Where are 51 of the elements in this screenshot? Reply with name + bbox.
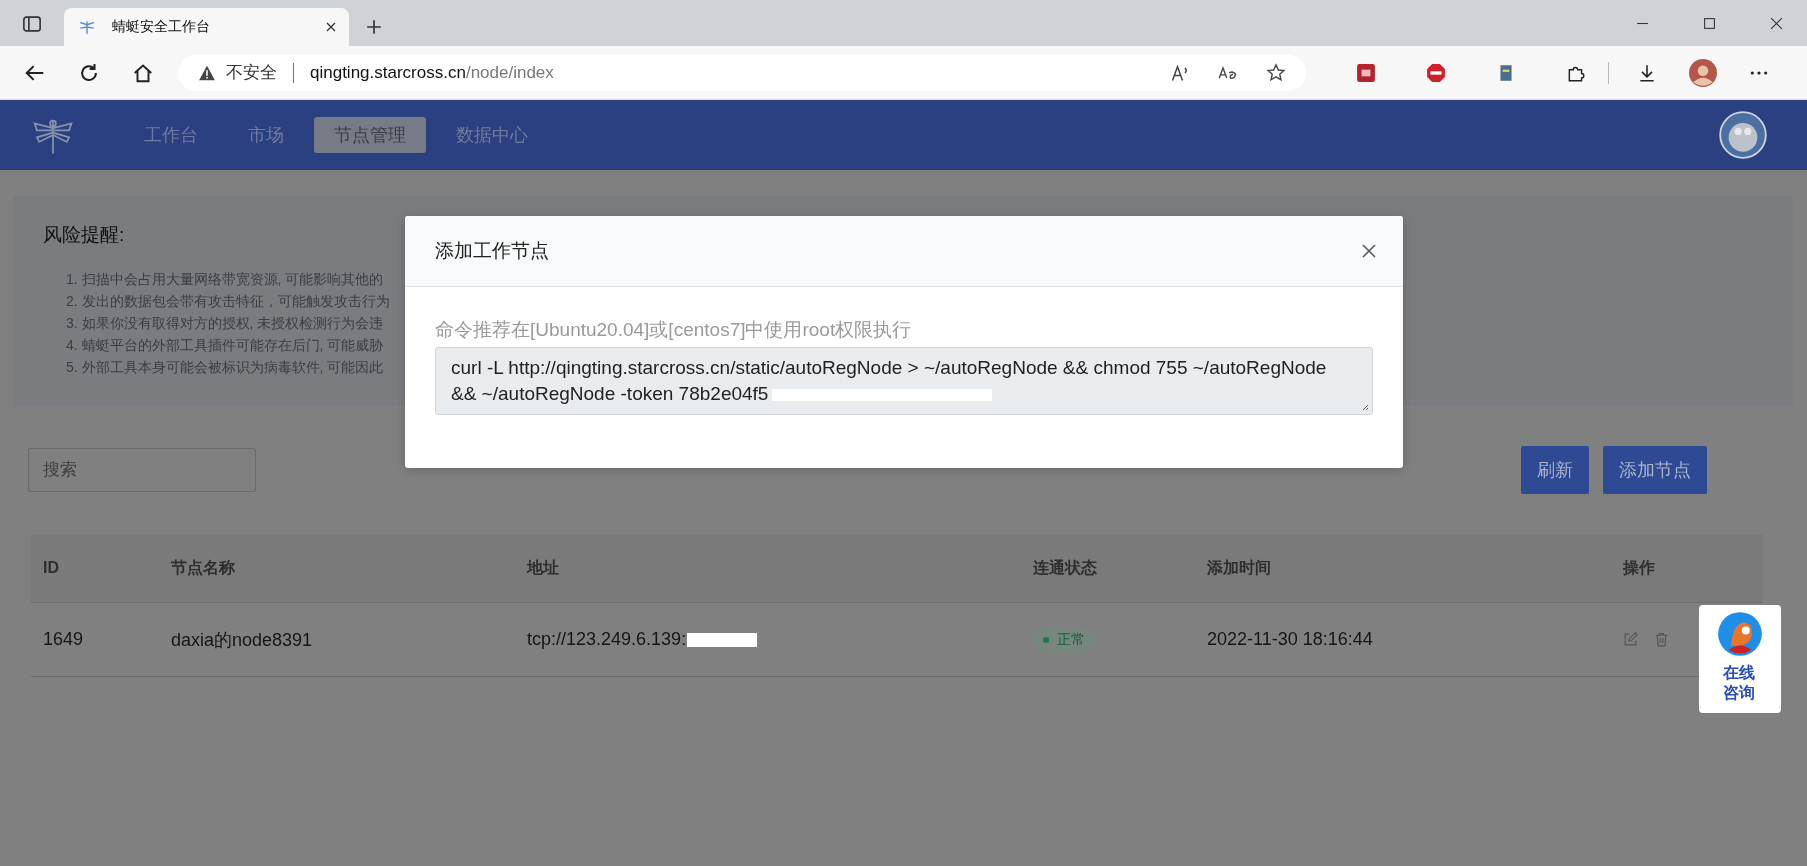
hint-text: 命令推荐在[Ubuntu20.04]或[centos7]中使用root权限执行 — [435, 318, 913, 342]
column-header: 连通状态 — [1033, 557, 1097, 578]
table-cell: 2022-11-30 18:16:44 — [1207, 629, 1373, 650]
security-label: 不安全 — [226, 62, 277, 84]
table-cell: tcp://123.249.6.139: — [527, 629, 687, 650]
risk-item: 2. 发出的数据包会带有攻击特征，可能触发攻击行为 — [66, 292, 390, 311]
chat-widget[interactable]: 在线咨询 — [1699, 605, 1781, 713]
mascot-icon — [1717, 611, 1763, 657]
avatar-icon[interactable] — [1689, 58, 1717, 87]
reload-icon[interactable] — [78, 61, 100, 84]
new-tab-icon[interactable] — [365, 18, 383, 36]
table-cell-text: daxia的node8391 — [171, 628, 313, 652]
risk-item: 1. 扫描中会占用大量网络带宽资源, 可能影响其他的 — [66, 270, 384, 289]
nav-tab[interactable]: 数据中心 — [436, 117, 548, 153]
risk-item: 3. 如果你没有取得对方的授权, 未授权检测行为会违 — [66, 314, 384, 333]
redaction-mark — [687, 632, 758, 647]
nav-tab[interactable]: 工作台 — [124, 117, 218, 153]
status-tag: 正常 — [1033, 626, 1095, 653]
close-icon[interactable] — [1361, 243, 1377, 259]
resize-grip-icon[interactable] — [1361, 403, 1369, 411]
chat-label: 在线咨询 — [1723, 663, 1756, 703]
risk-item: 4. 蜻蜓平台的外部工具插件可能存在后门, 可能威胁 — [66, 336, 384, 355]
browser-tab[interactable]: 蜻蜓安全工作台 — [64, 8, 349, 46]
search-field[interactable]: 搜索 — [28, 448, 256, 492]
user-avatar-icon[interactable] — [1719, 111, 1767, 159]
column-header: 添加时间 — [1207, 557, 1271, 578]
column-header: 地址 — [527, 557, 559, 578]
url-text: qingting.starcross.cn/node/index — [310, 62, 554, 83]
command-field[interactable]: curl -L http://qingting.starcross.cn/static/autoRegNode > ~/autoRegNode && chmod 755 ~/autoRegNode && ~/autoRegNode -token 78b2e04f5 — [435, 347, 1373, 415]
column-header: 操作 — [1623, 557, 1655, 578]
close-icon[interactable] — [1770, 17, 1783, 30]
column-header: 节点名称 — [171, 557, 235, 578]
risk-item: 5. 外部工具本身可能会被标识为病毒软件, 可能因此 — [66, 358, 384, 377]
dragonfly-icon — [78, 18, 96, 36]
tab-title: 蜻蜓安全工作台 — [112, 18, 211, 36]
action-button[interactable]: 刷新 — [1521, 446, 1589, 494]
table-cell: 1649 — [43, 629, 84, 650]
close-icon[interactable] — [325, 21, 337, 33]
action-button[interactable]: 添加节点 — [1603, 446, 1707, 494]
maximize-icon[interactable] — [1703, 17, 1716, 30]
risk-title: 风险提醒: — [43, 223, 125, 247]
nav-tab[interactable]: 节点管理 — [314, 117, 426, 153]
address-field[interactable]: 不安全 qingting.starcross.cn/node/index — [178, 54, 1307, 91]
favorite-star-icon[interactable] — [1266, 62, 1287, 83]
extension-icon[interactable] — [1356, 62, 1377, 83]
modal-title: 添加工作节点 — [435, 239, 549, 263]
download-icon[interactable] — [1637, 62, 1657, 83]
column-header: ID — [43, 559, 59, 577]
nav-tab[interactable]: 市场 — [228, 117, 304, 153]
stop-sign-icon[interactable] — [1426, 62, 1447, 83]
sidebar-icon[interactable] — [22, 14, 42, 34]
